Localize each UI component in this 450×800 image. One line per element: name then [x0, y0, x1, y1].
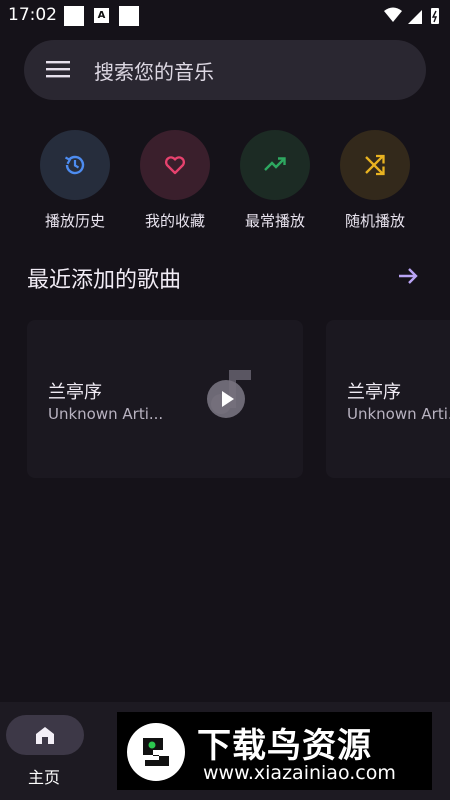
song-card[interactable]: 兰亭序 Unknown Arti...	[326, 320, 450, 478]
watermark-banner: 下载鸟资源 www.xiazainiao.com	[117, 712, 432, 790]
home-icon	[36, 727, 54, 744]
watermark-title: 下载鸟资源	[197, 726, 372, 766]
shuffle-icon	[365, 154, 385, 176]
shuffle-button[interactable]	[340, 130, 410, 200]
bird-logo-icon	[127, 723, 185, 781]
most-played-button[interactable]	[240, 130, 310, 200]
trending-up-icon	[264, 157, 286, 171]
nav-home-button[interactable]	[6, 715, 84, 755]
song-artist: Unknown Arti...	[48, 405, 164, 423]
search-bar[interactable]: 搜索您的音乐	[24, 40, 426, 100]
quick-action-most-played[interactable]: 最常播放	[239, 130, 311, 231]
arrow-right-icon[interactable]	[396, 264, 420, 288]
nav-home-label: 主页	[28, 768, 61, 787]
song-title: 兰亭序	[347, 382, 401, 403]
favorites-button[interactable]	[140, 130, 210, 200]
keyboard-notification-icon: A	[94, 8, 109, 23]
quick-action-shuffle[interactable]: 随机播放	[339, 130, 411, 231]
quick-action-history[interactable]: 播放历史	[39, 130, 111, 231]
quick-action-label: 我的收藏	[144, 212, 205, 230]
quick-action-label: 最常播放	[244, 212, 305, 230]
search-input[interactable]: 搜索您的音乐	[94, 56, 214, 85]
quick-action-favorites[interactable]: 我的收藏	[139, 130, 211, 231]
heart-icon	[165, 156, 185, 175]
song-card[interactable]: 兰亭序 Unknown Arti...	[27, 320, 303, 478]
history-icon	[64, 155, 85, 175]
status-icons	[384, 7, 439, 24]
status-time: 17:02	[8, 5, 57, 25]
status-bar: 17:02 A	[0, 0, 450, 32]
notification-icon	[64, 6, 84, 26]
song-artist: Unknown Arti...	[347, 405, 450, 423]
play-icon[interactable]	[207, 380, 245, 418]
quick-action-label: 播放历史	[44, 212, 105, 230]
recently-added-title: 最近添加的歌曲	[27, 268, 182, 293]
watermark-url: www.xiazainiao.com	[203, 762, 396, 784]
notification-icon	[119, 6, 139, 26]
song-title: 兰亭序	[48, 382, 102, 403]
menu-icon[interactable]	[46, 60, 70, 78]
history-button[interactable]	[40, 130, 110, 200]
quick-action-label: 随机播放	[344, 212, 405, 230]
